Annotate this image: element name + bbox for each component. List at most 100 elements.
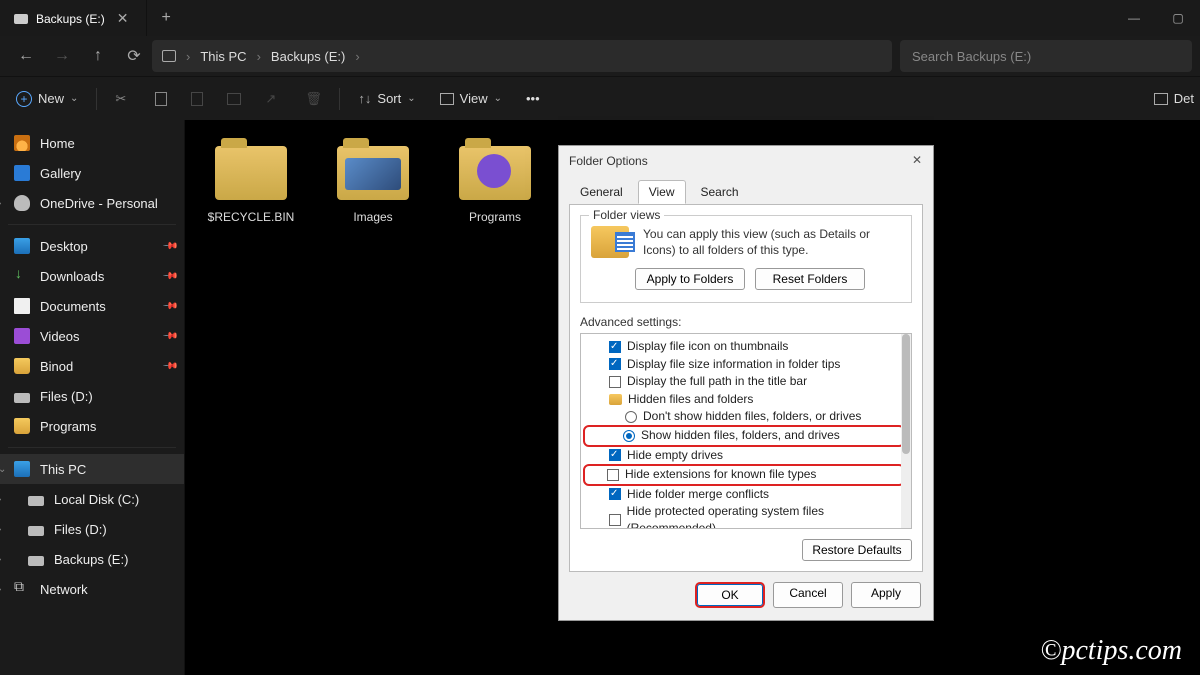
details-toggle[interactable]: Det [1154, 91, 1194, 106]
pin-icon: 📌 [161, 268, 178, 285]
sidebar-item-label: Documents [40, 299, 106, 314]
folder-views-icon [591, 226, 629, 258]
breadcrumb-root[interactable]: This PC [200, 49, 246, 64]
checkbox[interactable] [609, 376, 621, 388]
chevron-right-icon[interactable]: › [0, 524, 1, 535]
new-label: New [38, 91, 64, 106]
maximize-button[interactable]: ▢ [1156, 0, 1200, 36]
search-input[interactable]: Search Backups (E:) [900, 40, 1192, 72]
ellipsis-icon: ••• [526, 91, 540, 106]
apply-button[interactable]: Apply [851, 582, 921, 608]
sidebar-network[interactable]: ›Network [0, 574, 184, 604]
sidebar-desktop[interactable]: Desktop 📌 [0, 231, 184, 261]
group-legend: Folder views [589, 208, 664, 222]
copy-button[interactable] [145, 83, 177, 115]
paste-button[interactable] [181, 83, 213, 115]
sidebar-this-pc[interactable]: ⌄This PC [0, 454, 184, 484]
sidebar-downloads[interactable]: Downloads📌 [0, 261, 184, 291]
apply-to-folders-button[interactable]: Apply to Folders [635, 268, 745, 290]
checkbox[interactable] [609, 488, 621, 500]
chevron-right-icon[interactable]: › [0, 584, 1, 595]
watermark: ©pctips.com [1040, 635, 1182, 667]
forward-button[interactable]: → [44, 40, 80, 72]
folder-icon [459, 146, 531, 200]
sidebar-programs[interactable]: Programs [0, 411, 184, 441]
tab-general[interactable]: General [569, 180, 634, 204]
sidebar-binod[interactable]: Binod📌 [0, 351, 184, 381]
sidebar-backups-e[interactable]: ›Backups (E:) [0, 544, 184, 574]
tab-view[interactable]: View [638, 180, 686, 204]
pin-icon: 📌 [161, 238, 178, 255]
pin-icon: 📌 [161, 298, 178, 315]
sidebar-files-d2[interactable]: ›Files (D:) [0, 514, 184, 544]
sort-button[interactable]: ↑↓ Sort ⌄ [348, 83, 425, 115]
new-button[interactable]: + New ⌄ [6, 83, 88, 115]
sort-label: Sort [377, 91, 401, 106]
chevron-down-icon: ⌄ [494, 93, 502, 104]
toolbar: + New ⌄ ✂ ↗ 🗑 ↑↓ Sort ⌄ View ⌄ ••• Det [0, 76, 1200, 120]
setting-label: Show hidden files, folders, and drives [641, 427, 840, 444]
minimize-button[interactable]: — [1112, 0, 1156, 36]
scrollbar-thumb[interactable] [902, 334, 910, 454]
setting-label: Display file size information in folder … [627, 356, 840, 373]
new-tab-button[interactable]: + [146, 0, 184, 36]
chevron-right-icon[interactable]: › [0, 198, 1, 209]
sidebar-local-c[interactable]: ›Local Disk (C:) [0, 484, 184, 514]
sidebar-home[interactable]: Home [0, 128, 184, 158]
plus-circle-icon: + [16, 91, 32, 107]
sidebar-gallery[interactable]: Gallery [0, 158, 184, 188]
sidebar-item-label: Desktop [40, 239, 88, 254]
dialog-tabs: General View Search [559, 176, 933, 204]
item-label: $RECYCLE.BIN [195, 210, 307, 224]
folder-views-text: You can apply this view (such as Details… [643, 226, 901, 258]
refresh-button[interactable]: ⟳ [116, 40, 152, 72]
advanced-settings-label: Advanced settings: [580, 315, 912, 329]
chevron-right-icon[interactable]: › [0, 554, 1, 565]
close-icon[interactable]: ✕ [907, 150, 927, 170]
setting-group-label: Hidden files and folders [628, 391, 753, 408]
home-icon [14, 135, 30, 151]
share-button[interactable]: ↗ [255, 83, 291, 115]
sidebar-documents[interactable]: Documents 📌 [0, 291, 184, 321]
chevron-down-icon[interactable]: ⌄ [0, 464, 6, 475]
restore-defaults-button[interactable]: Restore Defaults [802, 539, 912, 561]
radio[interactable] [623, 430, 635, 442]
close-tab-icon[interactable]: ✕ [113, 10, 133, 27]
sidebar-videos[interactable]: Videos📌 [0, 321, 184, 351]
checkbox[interactable] [609, 514, 621, 526]
cancel-button[interactable]: Cancel [773, 582, 843, 608]
sidebar-onedrive[interactable]: ›OneDrive - Personal [0, 188, 184, 218]
folder-item-programs[interactable]: Programs [439, 146, 551, 224]
monitor-icon [162, 50, 176, 62]
up-button[interactable]: ↑ [80, 40, 116, 72]
checkbox[interactable] [609, 341, 621, 353]
chevron-right-icon[interactable]: › [0, 494, 1, 505]
folder-item-recycle[interactable]: $RECYCLE.BIN [195, 146, 307, 224]
checkbox[interactable] [607, 469, 619, 481]
folder-icon [14, 418, 30, 434]
address-bar[interactable]: › This PC › Backups (E:) › [152, 40, 892, 72]
drive-icon [28, 556, 44, 566]
window-tab[interactable]: Backups (E:) ✕ [0, 0, 146, 36]
radio[interactable] [625, 411, 637, 423]
checkbox[interactable] [609, 358, 621, 370]
sidebar: Home Gallery ›OneDrive - Personal Deskto… [0, 120, 185, 675]
folder-item-images[interactable]: Images [317, 146, 429, 224]
dialog-titlebar[interactable]: Folder Options ✕ [559, 146, 933, 176]
advanced-settings-list[interactable]: Display file icon on thumbnails Display … [580, 333, 912, 529]
sidebar-files-d[interactable]: Files (D:) [0, 381, 184, 411]
scrollbar[interactable] [901, 334, 911, 528]
tab-search[interactable]: Search [690, 180, 750, 204]
ok-button[interactable]: OK [697, 584, 763, 606]
setting-label: Don't show hidden files, folders, or dri… [643, 408, 861, 425]
item-label: Images [317, 210, 429, 224]
rename-button[interactable] [217, 83, 251, 115]
more-button[interactable]: ••• [516, 83, 550, 115]
checkbox[interactable] [609, 449, 621, 461]
breadcrumb-here[interactable]: Backups (E:) [271, 49, 345, 64]
view-button[interactable]: View ⌄ [430, 83, 512, 115]
reset-folders-button[interactable]: Reset Folders [755, 268, 865, 290]
delete-button[interactable]: 🗑 [295, 83, 331, 115]
back-button[interactable]: ← [8, 40, 44, 72]
cut-button[interactable]: ✂ [105, 83, 141, 115]
